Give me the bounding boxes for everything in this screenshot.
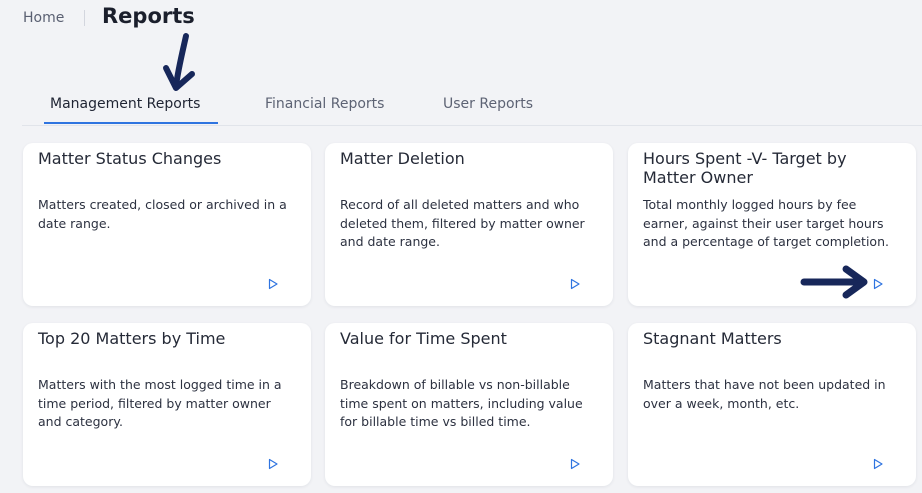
breadcrumb-separator [84,10,85,26]
play-icon[interactable] [569,278,581,290]
page-title: Reports [102,4,195,28]
card-description: Matters with the most logged time in a t… [38,377,282,429]
play-icon[interactable] [872,278,884,290]
report-card-value-for-time-spent[interactable]: Value for Time Spent Breakdown of billab… [325,323,613,486]
play-icon[interactable] [569,458,581,470]
card-description: Matters that have not been updated in ov… [643,377,886,411]
report-card-matter-status-changes[interactable]: Matter Status Changes Matters created, c… [23,143,311,306]
play-icon[interactable] [267,458,279,470]
card-title: Value for Time Spent [340,329,507,348]
report-tabs: Management Reports Financial Reports Use… [0,84,922,126]
tab-management-reports[interactable]: Management Reports [50,96,200,112]
report-card-top-20-matters-by-time[interactable]: Top 20 Matters by Time Matters with the … [23,323,311,486]
tab-financial-reports[interactable]: Financial Reports [265,96,384,112]
card-description: Total monthly logged hours by fee earner… [643,197,889,249]
breadcrumb-home[interactable]: Home [23,10,64,26]
card-title: Hours Spent -V- Target by Matter Owner [643,149,847,187]
card-title: Top 20 Matters by Time [38,329,226,348]
tab-user-reports[interactable]: User Reports [443,96,533,112]
report-card-hours-spent-vs-target[interactable]: Hours Spent -V- Target by Matter Owner T… [628,143,916,306]
card-title: Stagnant Matters [643,329,782,348]
tabs-divider [22,125,922,126]
top-bar: Home Reports [0,0,922,40]
card-title: Matter Deletion [340,149,465,168]
play-icon[interactable] [872,458,884,470]
active-tab-indicator [44,122,218,124]
card-description: Matters created, closed or archived in a… [38,197,287,231]
card-title: Matter Status Changes [38,149,222,168]
report-card-stagnant-matters[interactable]: Stagnant Matters Matters that have not b… [628,323,916,486]
card-description: Breakdown of billable vs non-billable ti… [340,377,583,429]
play-icon[interactable] [267,278,279,290]
report-card-matter-deletion[interactable]: Matter Deletion Record of all deleted ma… [325,143,613,306]
card-description: Record of all deleted matters and who de… [340,197,585,249]
